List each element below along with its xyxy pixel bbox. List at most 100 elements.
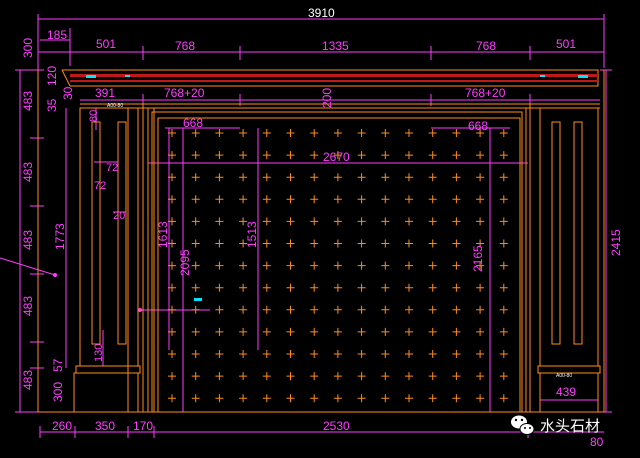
cross-mark — [215, 372, 224, 381]
cross-mark — [215, 129, 224, 137]
dim-overall-height: 2415 — [609, 229, 623, 256]
cross-mark — [452, 239, 461, 248]
cross-mark — [310, 217, 319, 226]
cross-mark — [333, 173, 342, 182]
cad-drawing: 3910 185 501 768 1335 768 501 391 768+20… — [0, 0, 640, 458]
cross-mark — [168, 394, 176, 403]
cross-mark — [286, 327, 295, 336]
dim-inner-2670: 2670 — [323, 150, 350, 164]
cross-mark — [310, 173, 319, 182]
dim-left-483-b: 483 — [21, 162, 35, 182]
cross-mark — [357, 129, 366, 137]
watermark: 水头石材 — [511, 415, 600, 435]
cross-mark — [310, 327, 319, 336]
cross-mark — [239, 261, 248, 270]
cross-mark — [405, 173, 413, 182]
cross-mark — [191, 129, 200, 137]
cross-mark — [262, 261, 271, 270]
dim-right-80: 80 — [590, 435, 604, 449]
cross-mark — [168, 350, 176, 358]
cross-mark — [262, 394, 271, 403]
cross-mark — [286, 151, 295, 160]
dim-inner-668-right: 668 — [468, 119, 488, 133]
cross-mark — [333, 217, 342, 226]
cross-mark — [476, 305, 485, 314]
cross-mark — [381, 129, 390, 137]
cross-mark — [452, 173, 461, 182]
cross-mark — [310, 261, 319, 270]
cross-mark — [428, 394, 437, 403]
fireplace-outline — [37, 69, 605, 413]
dim-left-483-d: 483 — [21, 296, 35, 316]
cross-mark — [452, 372, 461, 381]
cross-mark — [215, 305, 224, 314]
cross-mark — [499, 394, 508, 403]
dim-v-1613: 1613 — [156, 221, 170, 248]
cross-mark — [286, 350, 295, 358]
dim-col-20: 20 — [113, 210, 125, 222]
dim-right-439: 439 — [556, 385, 576, 399]
cross-mark — [452, 195, 461, 204]
cross-mark — [191, 195, 200, 204]
cross-mark — [499, 129, 508, 137]
cross-mark — [286, 305, 295, 314]
dim-col-72-a: 72 — [106, 162, 118, 174]
dim-left-35: 35 — [45, 98, 59, 112]
dim-top-768-right: 768 — [476, 39, 496, 53]
dim-left-120: 120 — [45, 66, 59, 86]
cross-mark — [476, 195, 485, 204]
cross-mark — [357, 283, 366, 292]
cross-mark — [357, 195, 366, 204]
cross-mark — [476, 151, 485, 160]
cross-mark — [381, 151, 390, 160]
dim-v-2165: 2165 — [471, 245, 485, 272]
cross-mark — [476, 394, 485, 403]
cross-mark — [499, 350, 508, 358]
tag-right-base: A00-80 — [556, 373, 572, 379]
cross-mark — [405, 129, 413, 137]
cross-mark — [452, 261, 461, 270]
cross-mark — [357, 350, 366, 358]
cross-mark — [191, 350, 200, 358]
dim-left-483-c: 483 — [21, 230, 35, 250]
dim-left-1773: 1773 — [53, 223, 67, 250]
cross-mark — [357, 151, 366, 160]
cross-mark — [452, 394, 461, 403]
tag-left-capital: A00-80 — [107, 103, 123, 109]
cross-mark — [381, 327, 390, 336]
watermark-text: 水头石材 — [540, 417, 600, 435]
dim-top-768-left: 768 — [175, 39, 195, 53]
cross-mark — [310, 350, 319, 358]
cross-mark — [239, 372, 248, 381]
cross-mark — [405, 327, 413, 336]
cross-mark — [405, 283, 413, 292]
cross-mark — [381, 173, 390, 182]
cross-mark — [357, 305, 366, 314]
cross-mark — [239, 173, 248, 182]
cross-mark — [333, 394, 342, 403]
cross-mark — [333, 372, 342, 381]
cross-mark — [428, 151, 437, 160]
cross-mark — [168, 372, 176, 381]
cross-mark — [262, 173, 271, 182]
dim-left-483-e: 483 — [21, 370, 35, 390]
cross-mark — [428, 261, 437, 270]
cross-mark — [357, 173, 366, 182]
cross-mark — [381, 195, 390, 204]
cross-mark — [215, 394, 224, 403]
cross-mark — [262, 305, 271, 314]
cross-mark — [499, 372, 508, 381]
cross-mark — [286, 261, 295, 270]
cross-mark — [215, 195, 224, 204]
cross-mark — [428, 129, 437, 137]
cross-mark — [191, 151, 200, 160]
cross-mark — [191, 217, 200, 226]
cross-mark — [333, 239, 342, 248]
cross-mark — [428, 327, 437, 336]
dim-bottom-2530: 2530 — [323, 419, 350, 433]
cross-mark — [333, 261, 342, 270]
cross-mark — [286, 173, 295, 182]
dim-col-72-b: 72 — [94, 180, 106, 192]
cross-mark — [215, 283, 224, 292]
cross-mark — [476, 283, 485, 292]
